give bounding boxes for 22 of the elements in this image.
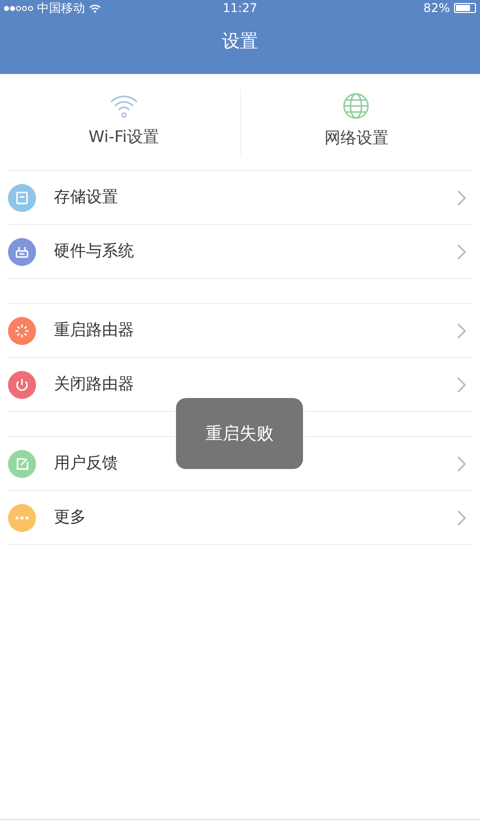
battery-percent: 82%: [423, 1, 450, 15]
signal-icon: [4, 6, 33, 10]
chevron-icon: [457, 510, 466, 526]
shortcut-tile[interactable]: Wi-Fi设置: [8, 74, 240, 170]
settings-row[interactable]: 硬件与系统: [8, 225, 472, 279]
chevron-icon: [457, 322, 466, 338]
toast-message: 重启失败: [176, 398, 303, 469]
clock-time: 11:27: [222, 1, 258, 15]
settings-row[interactable]: 重启路由器: [8, 304, 472, 358]
wifi-icon: [108, 92, 139, 118]
wifi-icon: [89, 4, 101, 12]
carrier-name: 中国移动: [37, 0, 85, 16]
shortcut-tile[interactable]: 网络设置: [240, 88, 472, 156]
settings-row[interactable]: 更多: [8, 491, 472, 545]
chevron-icon: [457, 244, 466, 260]
chevron-icon: [457, 376, 466, 392]
chevron-icon: [457, 190, 466, 206]
battery-icon: [454, 3, 476, 13]
settings-row[interactable]: 存储设置: [8, 171, 472, 225]
globe-icon: [342, 92, 370, 120]
page-title: 设置: [221, 31, 259, 53]
chevron-icon: [457, 456, 466, 472]
